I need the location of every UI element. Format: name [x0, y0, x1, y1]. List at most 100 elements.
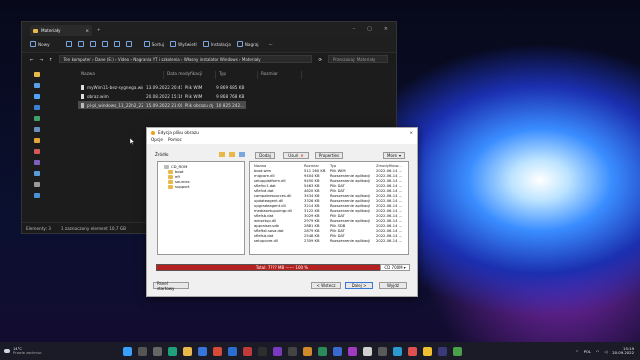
up-arrow-icon[interactable]: ↑ — [49, 57, 53, 62]
more-options-icon[interactable]: ··· — [269, 42, 273, 47]
list-col-type[interactable]: Typ — [330, 164, 376, 168]
folder-up-icon[interactable] — [219, 152, 225, 157]
close-icon[interactable]: × — [384, 26, 388, 32]
list-item[interactable]: setupplatform.dll 9450 KB Rozszerzenie apl… — [254, 178, 408, 183]
minimize-icon[interactable]: – — [353, 26, 356, 32]
rename-icon[interactable] — [101, 41, 108, 47]
maximize-icon[interactable]: ▢ — [367, 26, 372, 32]
back-button[interactable]: < Wstecz — [311, 282, 341, 289]
media-size-select[interactable]: CD 700M ▾ — [380, 264, 410, 271]
drive-icon[interactable] — [34, 182, 40, 187]
app-icon[interactable] — [422, 346, 432, 356]
app-icon[interactable] — [347, 346, 357, 356]
explorer-tab[interactable]: Materiały × — [30, 25, 92, 36]
exit-button[interactable]: Wyjdź — [379, 282, 407, 289]
documents-icon[interactable] — [34, 127, 40, 132]
tree-item[interactable]: support — [164, 184, 244, 189]
menu-options[interactable]: Opcje — [151, 137, 163, 144]
downloads-icon[interactable] — [34, 116, 40, 121]
list-item[interactable]: updateagent.dll 3326 KB Rozszerzenie aplik… — [254, 198, 408, 203]
app-icon[interactable] — [362, 346, 372, 356]
list-col-modified[interactable]: Zmodyfikow... — [376, 164, 406, 168]
edge-icon[interactable] — [167, 346, 177, 356]
new-folder-icon[interactable] — [229, 152, 235, 157]
app-icon[interactable] — [392, 346, 402, 356]
app-icon[interactable] — [452, 346, 462, 356]
close-tab-icon[interactable]: × — [85, 28, 89, 33]
list-item[interactable]: sflefsd.dat 2548 KB Plik DAT 2022-06-14 ... — [254, 233, 408, 238]
address-bar[interactable]: Ten komputer › Dane (E:) › Video › Nagra… — [58, 55, 313, 63]
clock[interactable]: 15:19 20.09.2022 — [612, 346, 634, 356]
list-item[interactable]: sfleftxt.sosa.dat 2879 KB Plik DAT 2022-06-… — [254, 228, 408, 233]
share-icon[interactable] — [113, 41, 120, 47]
new-tab-icon[interactable]: + — [97, 27, 101, 32]
app-icon[interactable] — [407, 346, 417, 356]
thispc-icon[interactable] — [34, 171, 40, 176]
new-button[interactable]: Nowy — [30, 41, 50, 47]
properties-button[interactable]: Properties — [315, 152, 343, 159]
next-button[interactable]: Dalej > — [345, 282, 373, 289]
store-icon[interactable] — [197, 346, 207, 356]
chrome-icon[interactable] — [212, 346, 222, 356]
list-item[interactable]: mediasetupuimgr.dll 3122 KB Rozszerzenie a… — [254, 208, 408, 213]
list-col-size[interactable]: Rozmiar — [304, 164, 330, 168]
videos-icon[interactable] — [34, 160, 40, 165]
menu-help[interactable]: Pomoc — [168, 137, 182, 144]
app-icon[interactable] — [332, 346, 342, 356]
gallery-icon[interactable] — [34, 83, 40, 88]
app-icon[interactable] — [257, 346, 267, 356]
terminal-icon[interactable] — [287, 346, 297, 356]
wifi-icon[interactable]: ◠ — [596, 349, 599, 354]
app-icon[interactable] — [437, 346, 447, 356]
lang-indicator[interactable]: POL — [584, 349, 591, 354]
view-button[interactable]: Wyświetl — [170, 41, 197, 47]
weather-widget[interactable]: 14°C Prawie zachmur. — [0, 347, 43, 356]
delete-button[interactable]: Usuń ✕ — [283, 152, 309, 159]
back-arrow-icon[interactable]: ← — [30, 57, 34, 62]
mail-icon[interactable] — [227, 346, 237, 356]
app-icon[interactable] — [242, 346, 252, 356]
list-item[interactable]: compatresources.dll 3434 KB Rozszerzenie a… — [254, 193, 408, 198]
list-item[interactable]: sflefvd.dat 4820 KB Plik DAT 2022-06-14 ... — [254, 188, 408, 193]
install-button[interactable]: Instalacja — [202, 41, 231, 47]
file-explorer-icon[interactable] — [182, 346, 192, 356]
start-icon[interactable] — [122, 346, 132, 356]
dialog-close-icon[interactable]: × — [409, 130, 417, 135]
search-input[interactable]: Przeszukaj: Materiały — [328, 55, 388, 63]
delete-icon[interactable] — [125, 41, 132, 47]
col-date[interactable]: Data modyfikacji — [164, 71, 216, 79]
view-mode-icon[interactable] — [239, 152, 245, 157]
start-panel-button[interactable]: Panel startowy — [153, 281, 189, 291]
file-row[interactable]: myWim11-bez-sygnega.wim 13.09.2022 20:41… — [78, 83, 246, 91]
app-icon[interactable] — [272, 346, 282, 356]
list-item[interactable]: boot.wim 511 260 KB Plik WIM 2022-06-14 ... — [254, 168, 408, 173]
task-view-icon[interactable] — [152, 346, 162, 356]
music-icon[interactable] — [34, 149, 40, 154]
onedrive-icon[interactable] — [34, 94, 40, 99]
tray-chevron-icon[interactable]: ^ — [575, 349, 578, 354]
desktop-icon[interactable] — [34, 105, 40, 110]
cut-icon[interactable] — [65, 41, 72, 47]
list-item[interactable]: appraiser.sdb 2881 KB Plik SDB 2022-06-14 .… — [254, 223, 408, 228]
refresh-icon[interactable]: ⟳ — [318, 57, 322, 62]
volume-icon[interactable]: ◁ — [604, 349, 607, 354]
home-icon[interactable] — [34, 72, 40, 77]
pictures-icon[interactable] — [34, 138, 40, 143]
burn-button[interactable]: Nagraj — [236, 41, 259, 47]
list-item[interactable]: sflefnc1.dat 5463 KB Plik DAT 2022-06-14 ..… — [254, 183, 408, 188]
col-type[interactable]: Typ — [216, 71, 258, 79]
search-icon[interactable] — [137, 346, 147, 356]
sort-button[interactable]: Sortuj — [143, 41, 164, 47]
add-button[interactable]: Dodaj — [255, 152, 275, 159]
col-size[interactable]: Rozmiar — [258, 71, 302, 79]
more-button[interactable]: More ▾ — [383, 152, 405, 159]
copy-icon[interactable] — [77, 41, 84, 47]
list-item[interactable]: upgradeagent.dll 3214 KB Rozszerzenie apli… — [254, 203, 408, 208]
file-row-selected[interactable]: pl-pl_windows_11_22h2_22621_4_multi_x...… — [78, 101, 246, 109]
list-item[interactable]: setupcore.dll 2359 KB Rozszerzenie aplikac… — [254, 238, 408, 243]
app-icon[interactable] — [317, 346, 327, 356]
list-item[interactable]: migcore.dll 9404 KB Rozszerzenie aplikacji… — [254, 173, 408, 178]
network-icon[interactable] — [34, 193, 40, 198]
app-icon[interactable] — [302, 346, 312, 356]
list-col-name[interactable]: Nazwa — [254, 164, 304, 168]
